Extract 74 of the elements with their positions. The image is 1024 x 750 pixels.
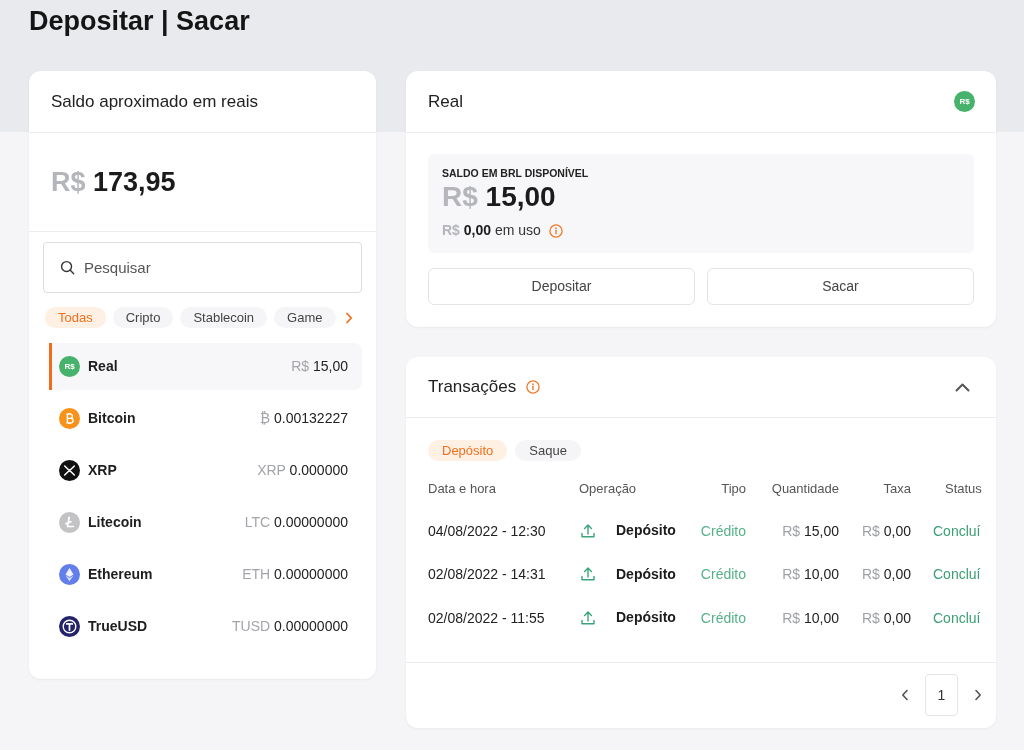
status-text: Concluí [933, 566, 981, 583]
asset-balance: ETH 0.00000000 [242, 565, 348, 584]
info-icon[interactable] [548, 223, 563, 238]
filter-chip[interactable]: Stablecoin [180, 307, 268, 328]
action-button[interactable]: Sacar [707, 268, 974, 305]
amount-text: R$ 10,00 [782, 566, 839, 583]
amount-text: R$ 10,00 [782, 609, 839, 626]
asset-name: XRP [88, 461, 117, 480]
ethereum-logo-icon [59, 564, 80, 585]
panel-title: Real [428, 90, 463, 113]
filter-chip[interactable]: Game [274, 307, 336, 328]
balance-label: SALDO EM BRL DISPONÍVEL [442, 167, 589, 180]
fee-text: R$ 0,00 [861, 522, 911, 539]
asset-balance: TUSD 0.00000000 [232, 617, 348, 636]
chevron-up-icon[interactable] [955, 382, 970, 392]
asset-row[interactable]: Ethereum ETH 0.00000000 [49, 551, 362, 598]
page-title: Depositar | Sacar [29, 5, 250, 38]
page-button[interactable]: 1 [925, 674, 958, 716]
column-header: Operação [579, 481, 637, 496]
upload-icon [580, 566, 596, 583]
asset-balance: LTC 0.00000000 [244, 513, 348, 532]
asset-balance: ₿ 0.00132227 [259, 409, 348, 428]
panel-title: Transações [428, 376, 517, 399]
type-text: Crédito [700, 522, 746, 539]
asset-name: Bitcoin [88, 409, 136, 428]
bitcoin-logo-icon [59, 408, 80, 429]
status-text: Concluí [933, 522, 981, 539]
column-header: Tipo [721, 481, 746, 496]
asset-row[interactable]: TrueUSD TUSD 0.00000000 [49, 603, 362, 650]
asset-balance: R$ 15,00 [291, 357, 348, 376]
real-logo: R$ [59, 356, 80, 377]
filter-chip[interactable]: Cripto [112, 307, 174, 328]
tab[interactable]: Saque [515, 440, 581, 461]
asset-name: Real [88, 357, 118, 376]
asset-name: Ethereum [88, 565, 153, 584]
column-header: Taxa [883, 481, 911, 496]
chevron-right-icon[interactable] [974, 689, 982, 701]
date-text: 02/08/2022 - 11:55 [428, 609, 545, 626]
panel-title: Saldo aproximado em reais [51, 90, 258, 113]
asset-row[interactable]: Litecoin LTC 0.00000000 [49, 499, 362, 546]
column-header: Status [945, 481, 982, 496]
total-balance: R$ 173,95 [51, 165, 176, 199]
upload-icon [580, 609, 596, 626]
available-balance: R$ 15,00 [442, 180, 556, 214]
in-use-balance: R$ 0,00 em uso [442, 221, 541, 240]
column-header: Data e hora [428, 481, 496, 496]
action-button[interactable]: Depositar [428, 268, 695, 305]
asset-name: Litecoin [88, 513, 142, 532]
asset-row[interactable]: Bitcoin ₿ 0.00132227 [49, 395, 362, 442]
date-text: 04/08/2022 - 12:30 [428, 522, 546, 539]
type-text: Crédito [700, 609, 746, 626]
asset-row[interactable]: XRP XRP 0.000000 [49, 447, 362, 494]
litecoin-logo-icon [59, 512, 80, 533]
trueusd-logo-icon [59, 616, 80, 637]
date-text: 02/08/2022 - 14:31 [428, 566, 546, 583]
fee-text: R$ 0,00 [861, 566, 911, 583]
asset-name: TrueUSD [88, 617, 148, 636]
xrp-logo-icon [59, 460, 80, 481]
fee-text: R$ 0,00 [861, 609, 911, 626]
status-text: Concluí [933, 609, 981, 626]
asset-balance: XRP 0.000000 [257, 461, 348, 480]
asset-row[interactable]: R$ Real R$ 15,00 [49, 343, 362, 390]
operation-text: Depósito [616, 564, 676, 584]
amount-text: R$ 15,00 [782, 522, 839, 539]
type-text: Crédito [700, 566, 746, 583]
info-icon[interactable] [526, 380, 541, 394]
chevron-left-icon[interactable] [901, 689, 909, 701]
real-logo: R$ [954, 91, 975, 112]
search-field[interactable]: Pesquisar [43, 242, 362, 293]
operation-text: Depósito [616, 521, 676, 541]
column-header: Quantidade [771, 481, 839, 496]
search-icon [60, 260, 75, 275]
upload-icon [580, 522, 596, 539]
operation-text: Depósito [616, 608, 676, 628]
